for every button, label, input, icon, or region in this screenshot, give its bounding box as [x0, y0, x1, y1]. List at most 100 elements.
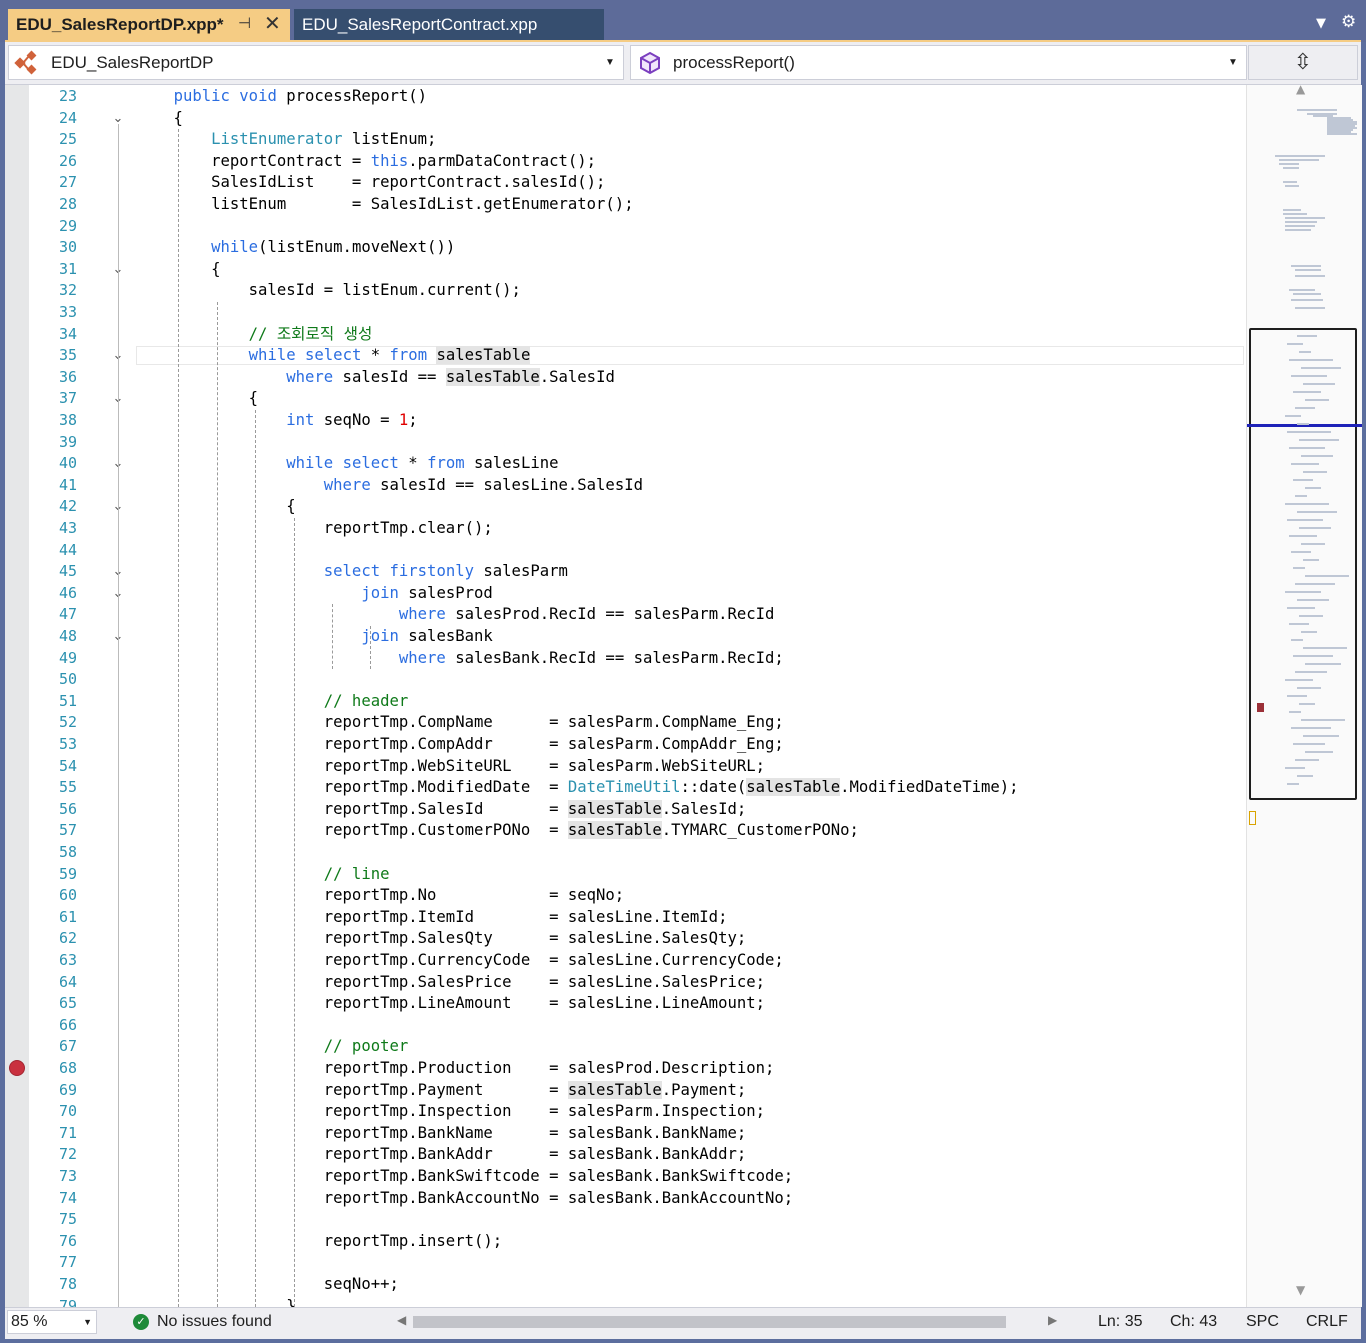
- code-line[interactable]: 43 reportTmp.clear();: [5, 518, 1246, 540]
- split-window-button[interactable]: ⇳: [1248, 45, 1358, 80]
- code-line[interactable]: 28 listEnum = SalesIdList.getEnumerator(…: [5, 194, 1246, 216]
- code-line[interactable]: 65 reportTmp.LineAmount = salesLine.Line…: [5, 993, 1246, 1015]
- tab-list-dropdown-icon[interactable]: ▼: [1316, 16, 1326, 31]
- code-line[interactable]: 59 // line: [5, 864, 1246, 886]
- line-number: 53: [58, 735, 77, 753]
- code-line[interactable]: 75: [5, 1209, 1246, 1231]
- tab-label: EDU_SalesReportDP.xpp*: [16, 14, 224, 34]
- code-text: salesId = listEnum.current();: [136, 281, 521, 300]
- minimap-code-line: [1299, 351, 1311, 353]
- minimap-code-line: [1285, 767, 1305, 769]
- code-line[interactable]: 27 SalesIdList = reportContract.salesId(…: [5, 172, 1246, 194]
- code-line[interactable]: 30 while(listEnum.moveNext()): [5, 237, 1246, 259]
- code-line[interactable]: 42⌄ {: [5, 496, 1246, 518]
- scroll-right-icon[interactable]: ▶: [1048, 1313, 1057, 1327]
- code-line[interactable]: 78 seqNo++;: [5, 1274, 1246, 1296]
- code-line[interactable]: 50: [5, 669, 1246, 691]
- gear-icon[interactable]: ⚙: [1341, 12, 1356, 32]
- code-line[interactable]: 72 reportTmp.BankAddr = salesBank.BankAd…: [5, 1144, 1246, 1166]
- line-number: 43: [58, 519, 77, 537]
- code-line[interactable]: 24 ⌄ {: [5, 108, 1246, 130]
- minimap-scrollbar[interactable]: ▲ ▼: [1246, 82, 1362, 1307]
- code-line[interactable]: 37⌄ {: [5, 388, 1246, 410]
- code-line[interactable]: 64 reportTmp.SalesPrice = salesLine.Sale…: [5, 972, 1246, 994]
- code-line[interactable]: 38 int seqNo = 1;: [5, 410, 1246, 432]
- code-line[interactable]: 45⌄ select firstonly salesParm: [5, 561, 1246, 583]
- code-text: reportTmp.SalesQty = salesLine.SalesQty;: [136, 929, 747, 948]
- code-line[interactable]: 46⌄ join salesProd: [5, 583, 1246, 605]
- code-line[interactable]: 71 reportTmp.BankName = salesBank.BankNa…: [5, 1123, 1246, 1145]
- line-ending-indicator[interactable]: CRLF: [1306, 1313, 1348, 1331]
- code-line[interactable]: 25 ListEnumerator listEnum;: [5, 129, 1246, 151]
- class-dropdown[interactable]: EDU_SalesReportDP ▼: [8, 45, 624, 80]
- code-line[interactable]: 23 public void processReport(): [5, 86, 1246, 108]
- code-line[interactable]: 54 reportTmp.WebSiteURL = salesParm.WebS…: [5, 756, 1246, 778]
- code-line[interactable]: 61 reportTmp.ItemId = salesLine.ItemId;: [5, 907, 1246, 929]
- code-line[interactable]: 44: [5, 540, 1246, 562]
- minimap-code-line: [1285, 503, 1329, 505]
- code-line[interactable]: 47 where salesProd.RecId == salesParm.Re…: [5, 604, 1246, 626]
- scroll-down-icon[interactable]: ▼: [1296, 1283, 1305, 1297]
- code-line[interactable]: 79 }: [5, 1296, 1246, 1307]
- code-text: reportTmp.SalesPrice = salesLine.SalesPr…: [136, 972, 766, 991]
- code-line[interactable]: 34 // 조회로직 생성: [5, 324, 1246, 346]
- code-line[interactable]: 58: [5, 842, 1246, 864]
- whitespace-indicator[interactable]: SPC: [1246, 1313, 1279, 1331]
- code-line[interactable]: 73 reportTmp.BankSwiftcode = salesBank.B…: [5, 1166, 1246, 1188]
- code-line[interactable]: 49 where salesBank.RecId == salesParm.Re…: [5, 648, 1246, 670]
- code-line[interactable]: 74 reportTmp.BankAccountNo = salesBank.B…: [5, 1188, 1246, 1210]
- scroll-up-icon[interactable]: ▲: [1296, 82, 1305, 96]
- tab-edu-salesreportdp[interactable]: EDU_SalesReportDP.xpp* ⊣ ✕: [8, 9, 290, 40]
- minimap-code-line: [1289, 623, 1309, 625]
- code-line[interactable]: 39: [5, 432, 1246, 454]
- minimap-code-line: [1299, 703, 1315, 705]
- code-line[interactable]: 26 reportContract = this.parmDataContrac…: [5, 151, 1246, 173]
- code-line[interactable]: 29: [5, 216, 1246, 238]
- code-line[interactable]: 77: [5, 1252, 1246, 1274]
- pin-icon[interactable]: ⊣: [238, 14, 251, 32]
- code-line[interactable]: 60 reportTmp.No = seqNo;: [5, 885, 1246, 907]
- code-line[interactable]: 68 reportTmp.Production = salesProd.Desc…: [5, 1058, 1246, 1080]
- code-line[interactable]: 56 reportTmp.SalesId = salesTable.SalesI…: [5, 799, 1246, 821]
- code-text: // pooter: [323, 1037, 409, 1056]
- code-line[interactable]: 40⌄ while select * from salesLine: [5, 453, 1246, 475]
- code-line[interactable]: 36 where salesId == salesTable.SalesId: [5, 367, 1246, 389]
- minimap-code-line: [1295, 759, 1319, 761]
- minimap-viewport[interactable]: [1249, 328, 1357, 800]
- code-line[interactable]: 66: [5, 1015, 1246, 1037]
- code-line[interactable]: 31⌄ {: [5, 259, 1246, 281]
- breakpoint-icon[interactable]: [9, 1060, 25, 1076]
- code-line[interactable]: 52 reportTmp.CompName = salesParm.CompNa…: [5, 712, 1246, 734]
- line-indicator[interactable]: Ln: 35: [1098, 1313, 1142, 1331]
- code-line[interactable]: 63 reportTmp.CurrencyCode = salesLine.Cu…: [5, 950, 1246, 972]
- document-tab-strip: EDU_SalesReportDP.xpp* ⊣ ✕ EDU_SalesRepo…: [0, 0, 1366, 42]
- code-line[interactable]: 51 // header: [5, 691, 1246, 713]
- code-line[interactable]: 48⌄ join salesBank: [5, 626, 1246, 648]
- column-indicator[interactable]: Ch: 43: [1170, 1313, 1217, 1331]
- code-line[interactable]: 35⌄ while select * from salesTable: [5, 345, 1246, 367]
- code-line[interactable]: 67 // pooter: [5, 1036, 1246, 1058]
- line-number: 68: [58, 1059, 77, 1077]
- code-line[interactable]: 62 reportTmp.SalesQty = salesLine.SalesQ…: [5, 928, 1246, 950]
- close-icon[interactable]: ✕: [264, 11, 281, 36]
- code-line[interactable]: 33: [5, 302, 1246, 324]
- code-line[interactable]: 57 reportTmp.CustomerPONo = salesTable.T…: [5, 820, 1246, 842]
- issues-status[interactable]: No issues found: [157, 1313, 272, 1331]
- code-line[interactable]: 69 reportTmp.Payment = salesTable.Paymen…: [5, 1080, 1246, 1102]
- line-number: 74: [58, 1188, 77, 1207]
- code-line[interactable]: 70 reportTmp.Inspection = salesParm.Insp…: [5, 1101, 1246, 1123]
- zoom-dropdown[interactable]: 85 % ▼: [7, 1310, 97, 1334]
- code-line[interactable]: 76 reportTmp.insert();: [5, 1231, 1246, 1253]
- scroll-left-icon[interactable]: ◀: [397, 1313, 406, 1327]
- horizontal-scroll-thumb[interactable]: [413, 1316, 1006, 1328]
- code-editor[interactable]: 23 public void processReport() 24 ⌄ {25 Li…: [5, 85, 1246, 1307]
- minimap-code-line: [1305, 487, 1321, 489]
- method-dropdown[interactable]: processReport() ▼: [630, 45, 1247, 80]
- line-number: 52: [58, 713, 77, 732]
- navigation-bar: EDU_SalesReportDP ▼ processReport() ▼ ⇳: [5, 42, 1361, 85]
- code-line[interactable]: 41 where salesId == salesLine.SalesId: [5, 475, 1246, 497]
- code-line[interactable]: 32 salesId = listEnum.current();: [5, 280, 1246, 302]
- code-line[interactable]: 53 reportTmp.CompAddr = salesParm.CompAd…: [5, 734, 1246, 756]
- code-line[interactable]: 55 reportTmp.ModifiedDate = DateTimeUtil…: [5, 777, 1246, 799]
- tab-edu-salesreportcontract[interactable]: EDU_SalesReportContract.xpp: [294, 9, 604, 40]
